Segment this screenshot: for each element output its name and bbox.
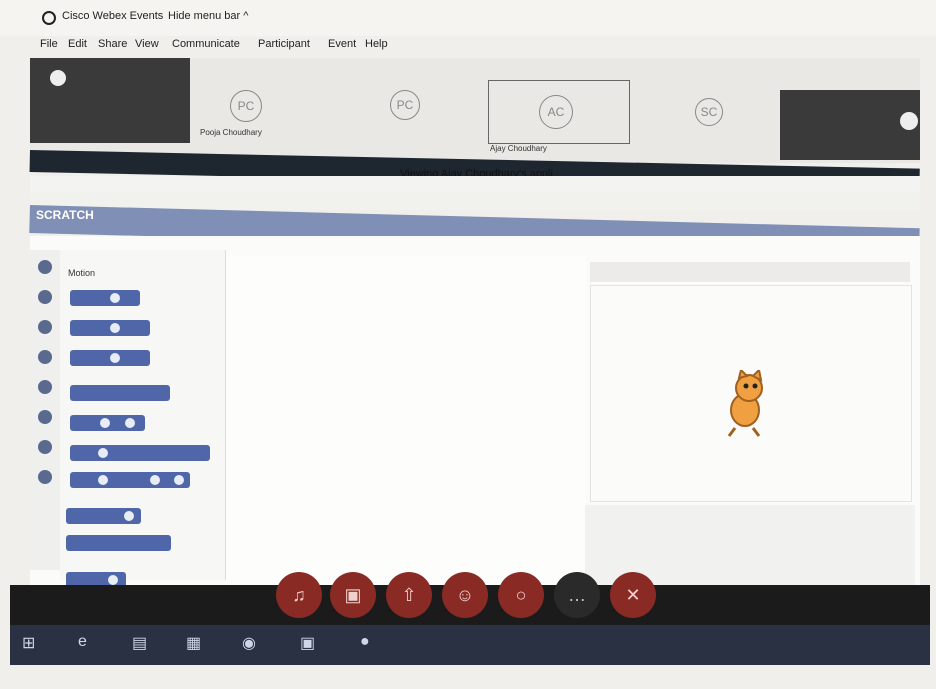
webex-title-bar: Cisco Webex Events Hide menu bar ^ xyxy=(0,0,936,36)
sensing-category-icon[interactable] xyxy=(38,410,52,424)
right-video-tile[interactable] xyxy=(780,90,920,160)
participant-avatar: SC xyxy=(695,98,723,126)
blocks-palette: Motion xyxy=(60,250,226,588)
participant-avatar: PC xyxy=(390,90,420,120)
end-meeting-button[interactable]: ✕ xyxy=(610,572,656,618)
participant-avatar: AC xyxy=(539,95,573,129)
category-title: Motion xyxy=(68,268,96,278)
chrome-icon[interactable]: ◉ xyxy=(242,633,256,653)
video-button[interactable]: ▣ xyxy=(330,572,376,618)
menu-edit[interactable]: Edit xyxy=(68,38,87,50)
turn-left-block[interactable] xyxy=(70,350,150,366)
windows-taskbar xyxy=(10,625,930,665)
hide-menu-bar-button[interactable]: Hide menu bar ^ xyxy=(168,10,248,22)
go-to-xy-block[interactable] xyxy=(70,415,145,431)
stage-toolbar xyxy=(590,262,910,282)
cat-sprite[interactable] xyxy=(715,370,775,440)
point-towards-block[interactable] xyxy=(66,535,171,551)
participant-name: Pooja Choudhary xyxy=(200,128,262,137)
events-category-icon[interactable] xyxy=(38,350,52,364)
windows-start-icon[interactable]: ⊞ xyxy=(22,633,35,653)
scratch-logo: SCRATCH xyxy=(36,208,94,222)
operators-category-icon[interactable] xyxy=(38,440,52,454)
share-button[interactable]: ⇧ xyxy=(386,572,432,618)
variables-category-icon[interactable] xyxy=(38,470,52,484)
point-direction-block[interactable] xyxy=(66,508,141,524)
menu-bar: File Edit Share View Communicate Partici… xyxy=(40,38,640,58)
bookmarks-bar xyxy=(30,192,920,210)
menu-help[interactable]: Help xyxy=(365,38,388,50)
self-avatar-icon xyxy=(50,70,66,86)
script-area[interactable] xyxy=(226,256,586,586)
glide-xy-block[interactable] xyxy=(70,472,190,488)
menu-participant[interactable]: Participant xyxy=(258,38,310,50)
more-button[interactable]: … xyxy=(554,572,600,618)
chat-button[interactable]: ○ xyxy=(498,572,544,618)
menu-share[interactable]: Share xyxy=(98,38,127,50)
file-explorer-icon[interactable]: ▤ xyxy=(132,633,147,653)
sound-category-icon[interactable] xyxy=(38,320,52,334)
mute-button[interactable]: ♫ xyxy=(276,572,322,618)
menu-communicate[interactable]: Communicate xyxy=(172,38,240,50)
participant-avatar: PC xyxy=(230,90,262,122)
app-taskbar-icon[interactable]: ● xyxy=(360,633,370,651)
control-category-icon[interactable] xyxy=(38,380,52,394)
menu-file[interactable]: File xyxy=(40,38,58,50)
edge-icon[interactable]: e xyxy=(78,633,87,651)
move-block[interactable] xyxy=(70,290,140,306)
category-palette xyxy=(30,250,60,570)
looks-category-icon[interactable] xyxy=(38,290,52,304)
store-icon[interactable]: ▦ xyxy=(186,633,201,653)
self-video-tile[interactable] xyxy=(30,58,190,143)
motion-category-icon[interactable] xyxy=(38,260,52,274)
turn-right-block[interactable] xyxy=(70,320,150,336)
glide-random-block[interactable] xyxy=(70,445,210,461)
participant-strip: PC Pooja Choudhary PC AC Ajay Choudhary … xyxy=(30,58,920,163)
menu-event[interactable]: Event xyxy=(328,38,356,50)
avatar-icon xyxy=(900,112,918,130)
go-to-random-block[interactable] xyxy=(70,385,170,401)
participants-button[interactable]: ☺ xyxy=(442,572,488,618)
webex-taskbar-icon[interactable]: ▣ xyxy=(300,633,315,653)
webex-logo-icon xyxy=(42,11,56,25)
app-title: Cisco Webex Events xyxy=(62,10,164,22)
menu-view[interactable]: View xyxy=(135,38,159,50)
active-speaker-tile[interactable]: AC xyxy=(488,80,630,144)
participant-name: Ajay Choudhary xyxy=(490,144,547,153)
